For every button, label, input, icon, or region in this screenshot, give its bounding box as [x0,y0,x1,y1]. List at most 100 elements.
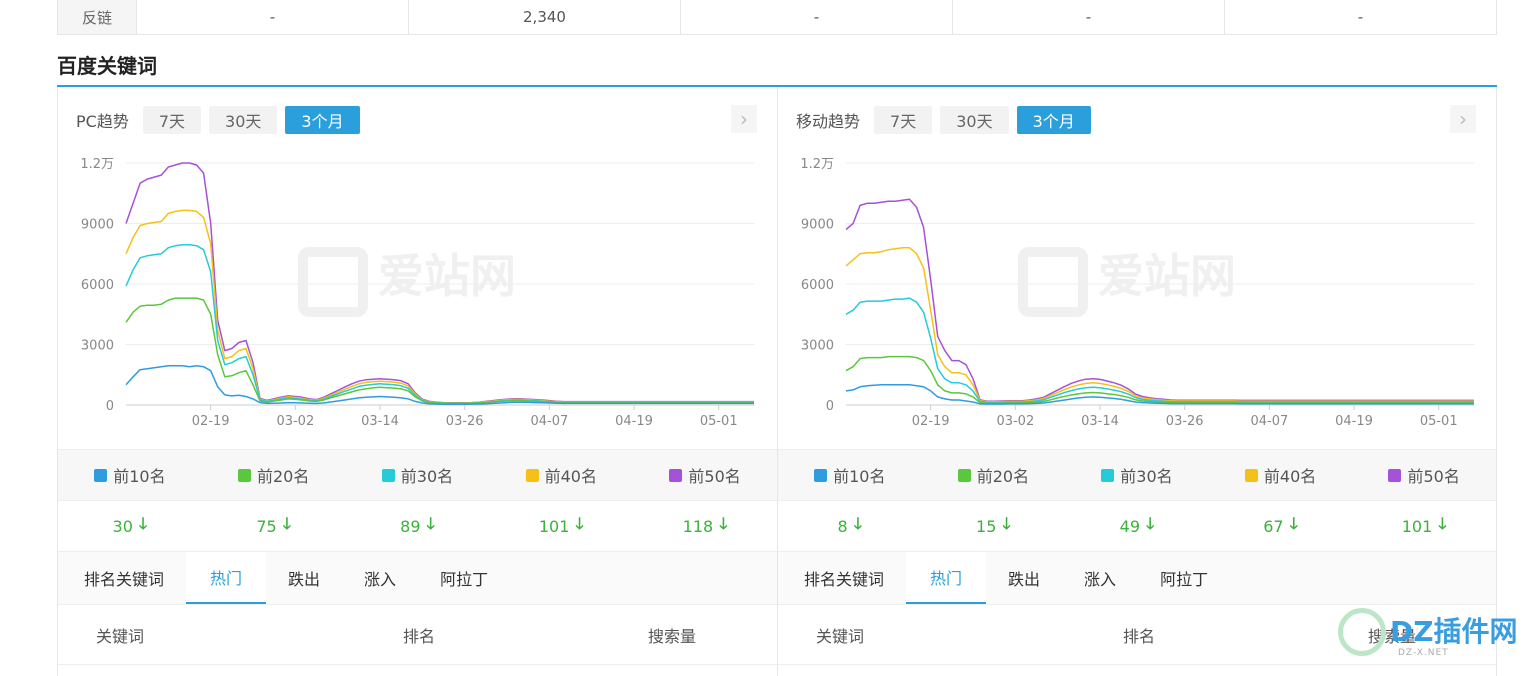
column-rank[interactable]: 排名 [1123,623,1155,647]
chevron-right-icon[interactable]: › [1450,105,1476,133]
range-3m-button[interactable]: 3个月 [285,106,360,134]
column-search-volume[interactable]: 搜索量 [648,623,696,647]
legend-item[interactable]: 前10名 [58,463,202,487]
x-tick-label: 05-01 [700,414,738,429]
legend-label: 前40名 [544,467,597,486]
rank-count-value: 8 [837,516,848,536]
y-tick-label: 0 [106,399,114,414]
rank-count-value: 118 [682,516,714,536]
legend-swatch [957,468,971,482]
backlink-value: - [680,0,952,34]
y-tick-label: 3000 [81,339,114,354]
x-tick-label: 04-07 [530,414,568,429]
rank-count: 118 🡓 [633,513,777,540]
watermark-logo-icon [298,247,368,317]
legend-swatch [814,468,828,482]
site-watermark: DZ插件网 DZ-X.NET [1338,608,1518,658]
tab-aladdin[interactable]: 阿拉丁 [1138,552,1230,604]
legend-label: 前10名 [113,467,166,486]
tab-hot[interactable]: 热门 [906,552,987,604]
legend-item[interactable]: 前40名 [1209,463,1353,487]
panel-title: 移动趋势 [796,112,861,131]
column-rank[interactable]: 排名 [403,623,435,647]
tab-rising[interactable]: 涨入 [1062,552,1138,604]
pc-trend-panel: PC趋势 7天 30天 3个月 › 爱站网 0 3000 6000 9000 1.2万 02… [57,87,778,676]
chevron-right-icon[interactable]: › [731,105,757,133]
range-3m-button[interactable]: 3个月 [1016,106,1091,134]
legend-label: 前40名 [1263,467,1317,486]
range-30d-button[interactable]: 30天 [940,106,1009,134]
legend-label: 前20名 [257,467,310,486]
x-tick-label: 03-14 [361,414,399,429]
legend-swatch [1101,468,1115,482]
arrow-down-icon: 🡓 [1002,513,1011,533]
legend-swatch [94,468,108,482]
rank-count: 8 🡓 [778,513,922,540]
arrow-down-icon: 🡓 [138,513,148,533]
legend-item[interactable]: 前50名 [633,463,777,487]
y-tick-label: 6000 [801,278,834,293]
rank-count-value: 49 [1119,516,1140,536]
y-tick-label: 1.2万 [800,157,834,172]
legend-item[interactable]: 前50名 [1352,463,1496,487]
rank-count-value: 15 [976,516,997,536]
legend-swatch [238,468,251,482]
range-30d-button[interactable]: 30天 [209,106,278,134]
panel-title: PC趋势 [76,112,129,131]
x-tick-label: 03-02 [996,414,1034,429]
tab-hot[interactable]: 热门 [186,552,267,604]
y-tick-label: 9000 [81,218,114,233]
column-keyword[interactable]: 关键词 [96,623,144,647]
legend-item[interactable]: 前30名 [346,463,490,487]
tab-rising[interactable]: 涨入 [342,552,418,604]
legend-label: 前30名 [400,467,454,486]
arrow-down-icon: 🡓 [853,513,863,533]
legend-item[interactable]: 前10名 [778,463,922,487]
rank-count-value: 75 [256,516,277,536]
backlink-value: 2,340 [408,0,680,34]
watermark-logo-icon [1018,247,1088,317]
pc-trend-header: PC趋势 7天 30天 3个月 › [58,105,777,135]
rank-count: 49 🡓 [1065,513,1209,540]
rank-counts: 30 🡓 75 🡓 89 🡓 101 🡓 118 🡓 [58,501,777,552]
x-tick-label: 04-07 [1250,414,1288,429]
range-7d-button[interactable]: 7天 [874,106,933,134]
x-tick-label: 02-19 [912,414,950,429]
rank-count-value: 30 [112,516,133,536]
legend-label: 前30名 [1120,467,1173,486]
x-tick-label: 05-01 [1420,414,1458,429]
backlink-value: - [952,0,1224,34]
arrow-down-icon: 🡓 [282,513,292,533]
tab-ranked-keywords[interactable]: 排名关键词 [58,552,186,604]
tab-aladdin[interactable]: 阿拉丁 [418,552,510,604]
rank-count: 30 🡓 [58,513,202,540]
x-tick-label: 03-26 [1166,414,1204,429]
arrow-down-icon: 🡓 [1438,513,1447,533]
legend-swatch [669,468,683,482]
tab-ranked-keywords[interactable]: 排名关键词 [778,552,906,604]
rank-count-value: 101 [538,516,570,536]
legend-item[interactable]: 前20名 [202,463,346,487]
watermark-text: DZ插件网 [1390,615,1518,648]
legend-item[interactable]: 前40名 [489,463,633,487]
backlink-value: - [136,0,408,34]
legend-item[interactable]: 前20名 [922,463,1066,487]
range-7d-button[interactable]: 7天 [142,106,202,134]
y-tick-label: 9000 [801,218,834,233]
tab-dropped[interactable]: 跌出 [266,552,342,604]
watermark-logo-icon [1338,608,1386,656]
mobile-trend-panel: 移动趋势 7天 30天 3个月 › 爱站网 0 3000 6000 9000 1.2万 02… [777,87,1497,676]
y-tick-label: 3000 [801,339,834,354]
legend-swatch [525,468,539,482]
legend-label: 前50名 [1407,467,1460,486]
arrow-down-icon: 🡓 [575,513,584,533]
column-keyword[interactable]: 关键词 [816,623,864,647]
y-tick-label: 1.2万 [80,157,114,172]
x-tick-label: 03-02 [276,414,314,429]
x-tick-label: 03-26 [446,414,484,429]
rank-count-value: 101 [1401,516,1433,536]
legend-item[interactable]: 前30名 [1065,463,1209,487]
arrow-down-icon: 🡓 [426,513,435,533]
watermark-subtext: DZ-X.NET [1398,648,1449,658]
tab-dropped[interactable]: 跌出 [986,552,1062,604]
